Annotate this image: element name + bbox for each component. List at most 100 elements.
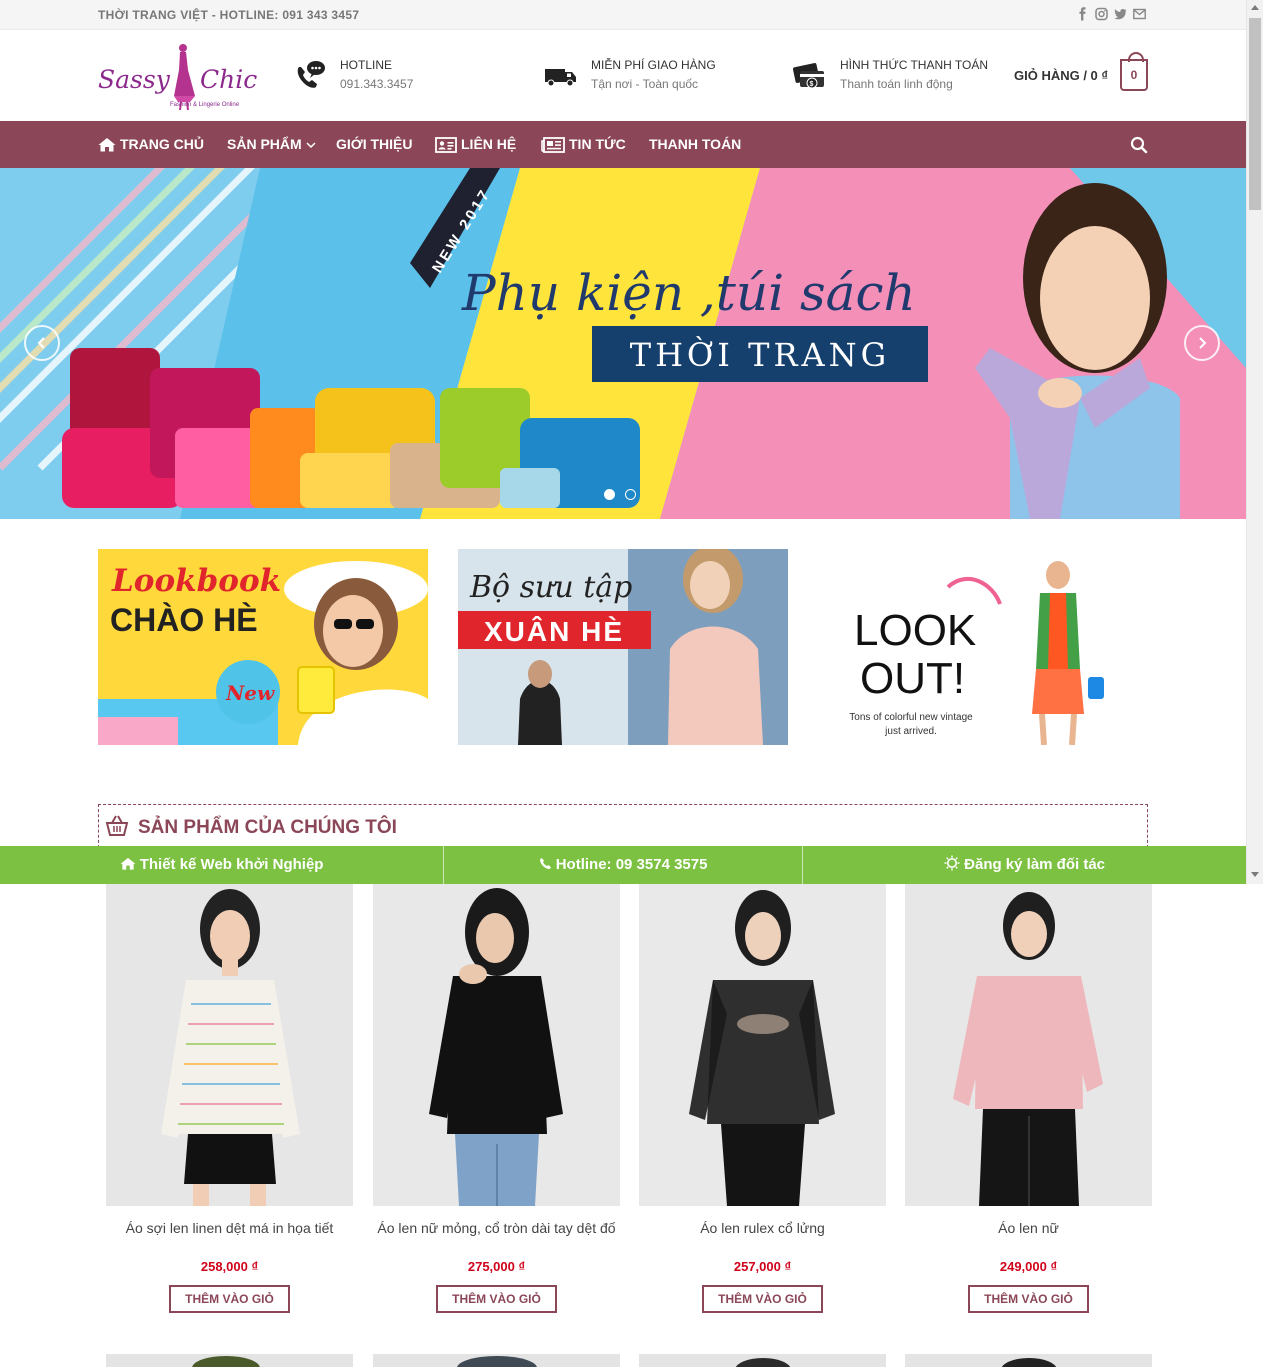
banner-lookbook-line2: CHÀO HÈ: [110, 602, 258, 638]
product-card: Áo len rulex cổ lửng 257,000 ₫ THÊM VÀO …: [639, 884, 886, 1324]
facebook-icon[interactable]: [1076, 7, 1089, 21]
section-title: SẢN PHẨM CỦA CHÚNG TÔI: [138, 817, 397, 838]
truck-icon: [544, 59, 578, 93]
basket-icon: [105, 815, 129, 837]
slider-prev-button[interactable]: [24, 325, 60, 361]
shipping-title: MIỄN PHÍ GIAO HÀNG: [591, 58, 716, 72]
product-image[interactable]: [373, 1354, 620, 1367]
top-bar: THỜI TRANG VIỆT - HOTLINE: 091 343 3457: [0, 0, 1246, 30]
payment-sub: Thanh toán linh động: [840, 77, 953, 91]
nav-item-home[interactable]: TRANG CHỦ: [98, 121, 204, 168]
banner-collection[interactable]: Bộ sưu tập XUÂN HÈ: [458, 549, 788, 745]
banner-lookout-line4: just arrived.: [884, 726, 937, 737]
hero-subheadline: THỜI TRANG: [630, 336, 890, 374]
cart-label[interactable]: GIỎ HÀNG / 0 ₫: [1014, 68, 1108, 83]
cart-count-badge[interactable]: 0: [1120, 52, 1148, 91]
promo-web-design[interactable]: Thiết kế Web khởi Nghiệp: [0, 846, 443, 884]
product-image[interactable]: [373, 884, 620, 1206]
nav-item-label: TIN TỨC: [569, 136, 626, 152]
banner-lookout[interactable]: LOOK OUT! Tons of colorful new vintage j…: [818, 549, 1148, 745]
scrollbar-thumb[interactable]: [1249, 18, 1261, 210]
home-icon: [120, 857, 135, 870]
product-card: Áo len nữ 249,000 ₫ THÊM VÀO GIỎ: [905, 884, 1152, 1324]
nav-item-about[interactable]: GIỚI THIỆU: [336, 121, 413, 168]
product-image[interactable]: [905, 1354, 1152, 1367]
banner-collection-line1: Bộ sưu tập: [469, 570, 632, 605]
banner-lookbook[interactable]: Lookbook CHÀO HÈ New: [98, 549, 428, 745]
product-image[interactable]: [905, 884, 1152, 1206]
nav-item-products[interactable]: SẢN PHẨM: [227, 121, 316, 168]
phone-icon: [539, 858, 551, 869]
section-header: SẢN PHẨM CỦA CHÚNG TÔI: [98, 804, 1148, 848]
product-image[interactable]: [639, 1354, 886, 1367]
product-image[interactable]: [106, 1354, 353, 1367]
nav-item-label: SẢN PHẨM: [227, 136, 302, 152]
product-image[interactable]: [106, 884, 353, 1206]
home-icon: [98, 138, 116, 152]
hero-image: NEW 2017 Phụ kiện ,túi sách THỜI TRANG: [0, 168, 1246, 519]
slider-dot[interactable]: [625, 489, 636, 500]
product-name[interactable]: Áo sợi len linen dệt má in họa tiết: [106, 1219, 353, 1237]
main-nav: TRANG CHỦ SẢN PHẨM GIỚI THIỆU LIÊN HỆ TI…: [0, 121, 1246, 168]
promo-hotline[interactable]: Hotline: 09 3574 3575: [444, 846, 802, 884]
scrollbar[interactable]: [1246, 0, 1263, 884]
slider-dots: [604, 489, 636, 500]
product-name[interactable]: Áo len rulex cổ lửng: [639, 1219, 886, 1237]
nav-item-label: TRANG CHỦ: [120, 136, 204, 152]
add-to-cart-button[interactable]: THÊM VÀO GIỎ: [436, 1285, 557, 1313]
nav-item-contact[interactable]: LIÊN HỆ: [435, 121, 516, 168]
payment-title: HÌNH THỨC THANH TOÁN: [840, 58, 989, 72]
newspaper-icon: [541, 136, 565, 153]
promo-partner[interactable]: Đăng ký làm đối tác: [803, 846, 1246, 884]
add-to-cart-button[interactable]: THÊM VÀO GIỎ: [702, 1285, 823, 1313]
slider-dot[interactable]: [604, 489, 615, 500]
scroll-up-arrow[interactable]: [1251, 5, 1259, 10]
email-icon[interactable]: [1133, 7, 1146, 21]
add-to-cart-button[interactable]: THÊM VÀO GIỎ: [968, 1285, 1089, 1313]
svg-text:Chic: Chic: [200, 65, 257, 94]
contact-card-icon: [435, 136, 457, 153]
payment-icon: $: [792, 59, 827, 93]
sun-icon: [944, 855, 960, 871]
search-icon[interactable]: [1130, 136, 1148, 154]
svg-text:$: $: [810, 81, 814, 88]
product-image[interactable]: [639, 884, 886, 1206]
product-card: Áo len nữ mỏng, cổ tròn dài tay dệt đố 2…: [373, 884, 620, 1324]
banner-lookout-line2: OUT!: [860, 654, 965, 703]
product-name[interactable]: Áo len nữ: [905, 1219, 1152, 1237]
twitter-icon[interactable]: [1114, 7, 1127, 21]
social-links: [1076, 7, 1146, 21]
nav-item-label: LIÊN HỆ: [461, 136, 517, 152]
top-bar-text: THỜI TRANG VIỆT - HOTLINE: 091 343 3457: [98, 8, 360, 22]
add-to-cart-button[interactable]: THÊM VÀO GIỎ: [169, 1285, 290, 1313]
logo[interactable]: Sassy Chic Fashion & Lingerie Online: [96, 36, 266, 112]
site-header: Sassy Chic Fashion & Lingerie Online HOT…: [0, 30, 1246, 121]
hotline-title: HOTLINE: [340, 58, 393, 72]
promo-bar: Thiết kế Web khởi Nghiệp Hotline: 09 357…: [0, 846, 1246, 884]
promo-web-design-label: Thiết kế Web khởi Nghiệp: [139, 856, 324, 873]
slider-next-button[interactable]: [1184, 325, 1220, 361]
product-card: Áo sợi len linen dệt má in họa tiết 258,…: [106, 884, 353, 1324]
product-price: 257,000 ₫: [733, 1259, 792, 1274]
hotline-number[interactable]: 091.343.3457: [340, 77, 413, 91]
svg-text:Fashion & Lingerie Online: Fashion & Lingerie Online: [170, 102, 240, 108]
instagram-icon[interactable]: [1095, 7, 1108, 21]
banner-lookout-line1: LOOK: [854, 606, 976, 655]
svg-text:Sassy: Sassy: [98, 65, 171, 94]
promo-partner-label: Đăng ký làm đối tác: [964, 856, 1106, 873]
shipping-sub: Tận nơi - Toàn quốc: [591, 77, 699, 91]
banner-collection-line2: XUÂN HÈ: [484, 616, 624, 647]
product-name[interactable]: Áo len nữ mỏng, cổ tròn dài tay dệt đố: [373, 1219, 620, 1237]
banner-lookout-line3: Tons of colorful new vintage: [849, 712, 973, 723]
nav-item-label: GIỚI THIỆU: [336, 136, 413, 152]
product-price: 258,000 ₫: [200, 1259, 259, 1274]
scroll-down-arrow[interactable]: [1251, 872, 1259, 877]
banner-lookbook-badge: New: [225, 681, 275, 705]
hero-slider[interactable]: NEW 2017 Phụ kiện ,túi sách THỜI TRANG: [0, 168, 1246, 519]
chevron-down-icon: [306, 141, 316, 148]
nav-item-news[interactable]: TIN TỨC: [541, 121, 626, 168]
page: THỜI TRANG VIỆT - HOTLINE: 091 343 3457 …: [0, 0, 1263, 1367]
promo-hotline-label: Hotline: 09 3574 3575: [555, 856, 708, 873]
nav-item-payment[interactable]: THANH TOÁN: [649, 121, 741, 168]
product-price: 249,000 ₫: [999, 1259, 1058, 1274]
